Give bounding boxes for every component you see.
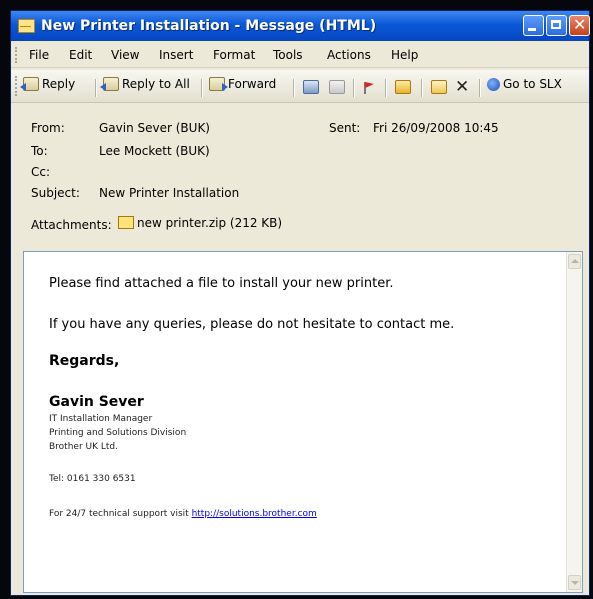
signature-tel: Tel: 0161 330 6531 (49, 474, 136, 484)
sent-value: Fri 26/09/2008 10:45 (373, 121, 499, 135)
attachment-item[interactable]: new printer.zip (212 KB) (118, 216, 282, 230)
toolbar-separator (353, 79, 355, 97)
toolbar-separator (479, 79, 481, 97)
menu-actions[interactable]: Actions (327, 48, 371, 62)
reply-button[interactable]: Reply (20, 77, 76, 91)
attachment-name: new printer.zip (212 KB) (137, 216, 283, 230)
message-body[interactable]: Please find attached a file to install y… (23, 251, 583, 593)
menu-bar: File Edit View Insert Format Tools Actio… (11, 43, 589, 68)
toolbar-separator (201, 79, 203, 97)
signature-title: IT Installation Manager (49, 414, 153, 424)
message-window: New Printer Installation - Message (HTML… (10, 10, 590, 596)
print-icon[interactable] (303, 80, 319, 94)
to-value[interactable]: Lee Mockett (BUK) (99, 144, 210, 158)
subject-value: New Printer Installation (99, 186, 240, 200)
reply-all-label: Reply to All (122, 77, 190, 91)
address-book-icon[interactable] (431, 80, 447, 94)
forward-label: Forward (228, 77, 277, 91)
reply-icon (20, 77, 39, 91)
menu-format[interactable]: Format (213, 48, 255, 62)
support-line: For 24/7 technical support visit http://… (49, 509, 317, 519)
maximize-icon (551, 20, 561, 29)
envelope-icon (18, 19, 35, 33)
standard-toolbar: Reply Reply to All Forward ✕ Go to SLX (11, 70, 589, 103)
move-to-folder-icon[interactable] (329, 80, 345, 94)
minimize-icon (528, 28, 536, 31)
signature-name: Gavin Sever (49, 394, 144, 410)
reply-label: Reply (42, 77, 76, 91)
scroll-down-icon[interactable] (568, 575, 581, 590)
follow-up-flag-icon[interactable] (363, 80, 375, 94)
from-label: From: (31, 121, 65, 135)
go-to-slx-label: Go to SLX (503, 77, 562, 91)
scroll-up-icon[interactable] (568, 254, 581, 269)
toolbar-separator (421, 79, 423, 97)
attachment-icon (118, 216, 134, 229)
title-bar[interactable]: New Printer Installation - Message (HTML… (11, 11, 590, 41)
toolbar-separator (95, 79, 97, 97)
reply-all-icon (100, 77, 119, 91)
cc-label: Cc: (31, 165, 51, 179)
close-button[interactable]: ✕ (569, 15, 590, 36)
slx-icon (487, 77, 500, 91)
menubar-grip[interactable] (15, 47, 20, 63)
menu-file[interactable]: File (29, 48, 49, 62)
forward-icon (209, 77, 228, 91)
menu-edit[interactable]: Edit (69, 48, 92, 62)
attachments-label: Attachments: (31, 218, 112, 232)
sent-label: Sent: (329, 121, 361, 135)
menu-help[interactable]: Help (391, 48, 418, 62)
signature-division: Printing and Solutions Division (49, 428, 187, 438)
window-title: New Printer Installation - Message (HTML… (41, 18, 377, 34)
menu-view[interactable]: View (111, 48, 139, 62)
from-value[interactable]: Gavin Sever (BUK) (99, 121, 210, 135)
menu-tools[interactable]: Tools (273, 48, 303, 62)
body-line-2: If you have any queries, please do not h… (49, 317, 455, 332)
close-icon: ✕ (573, 15, 587, 34)
support-link[interactable]: http://solutions.brother.com (192, 509, 317, 519)
toolbar-separator (293, 79, 295, 97)
go-to-slx-button[interactable]: Go to SLX (487, 77, 562, 91)
folder-icon[interactable] (395, 80, 411, 94)
body-line-1: Please find attached a file to install y… (49, 276, 394, 291)
minimize-button[interactable] (523, 15, 544, 36)
to-label: To: (31, 144, 48, 158)
toolbar-separator (385, 79, 387, 97)
support-text: For 24/7 technical support visit (49, 509, 189, 519)
signature-company: Brother UK Ltd. (49, 442, 118, 452)
forward-button[interactable]: Forward (209, 77, 276, 91)
reply-all-button[interactable]: Reply to All (100, 77, 190, 91)
menu-insert[interactable]: Insert (159, 48, 193, 62)
delete-icon[interactable]: ✕ (455, 79, 471, 96)
subject-label: Subject: (31, 186, 80, 200)
message-header: From: Gavin Sever (BUK) Sent: Fri 26/09/… (11, 104, 589, 254)
regards-text: Regards, (49, 353, 120, 369)
vertical-scrollbar[interactable] (566, 252, 582, 592)
maximize-button[interactable] (546, 15, 567, 36)
